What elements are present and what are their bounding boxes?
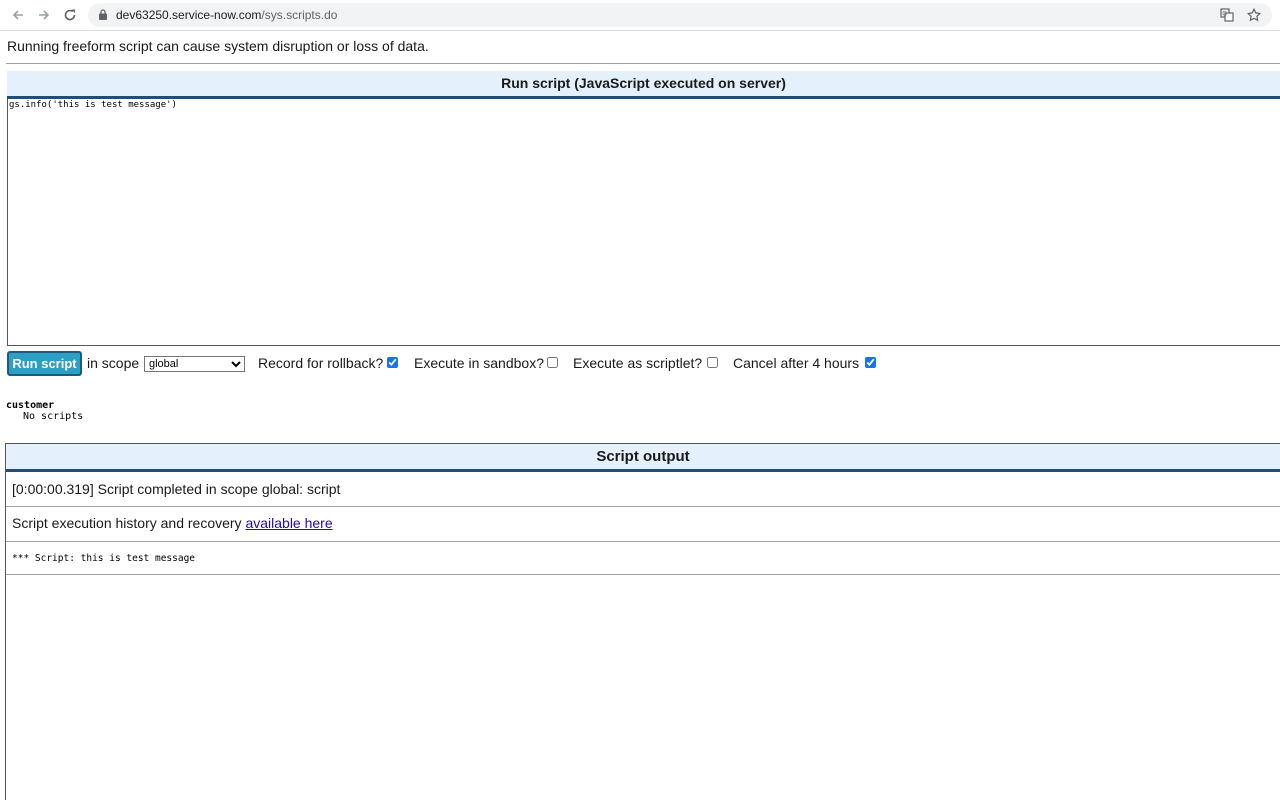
translate-icon: G [1220,8,1234,22]
cancel-after-checkbox[interactable] [865,357,876,368]
record-rollback-checkbox[interactable] [387,357,398,368]
url-text: dev63250.service-now.com/sys.scripts.do [116,8,337,22]
scope-status: No scripts [23,411,84,422]
browser-toolbar: dev63250.service-now.com/sys.scripts.do … [0,0,1280,31]
divider [6,506,1280,507]
execute-scriptlet-label: Execute as scriptlet? [573,355,703,371]
scope-name: customer [6,400,55,411]
forward-button[interactable] [34,5,54,25]
log-output-line: *** Script: this is test message [12,553,196,564]
history-message: Script execution history and recovery av… [12,515,333,531]
translate-button[interactable]: G [1219,7,1235,23]
star-icon [1247,8,1261,22]
divider [6,541,1280,542]
execute-scriptlet-checkbox[interactable] [707,357,718,368]
execute-sandbox-checkbox[interactable] [547,357,558,368]
history-link[interactable]: available here [245,515,332,531]
arrow-left-icon [12,10,23,20]
scope-select[interactable]: global [144,356,245,372]
lock-icon [99,9,107,20]
execute-sandbox-label: Execute in sandbox? [414,355,544,371]
warning-text: Running freeform script can cause system… [7,38,429,54]
url-path: /sys.scripts.do [261,8,338,22]
in-scope-label: in scope [87,355,140,371]
script-editor[interactable]: gs.info('this is test message') [7,99,1280,346]
url-host: dev63250.service-now.com [116,8,262,22]
cancel-after-label: Cancel after 4 hours [733,355,860,371]
svg-text:G: G [1222,11,1227,18]
back-button[interactable] [8,5,28,25]
run-script-header: Run script (JavaScript executed on serve… [7,71,1280,99]
record-rollback-label: Record for rollback? [258,355,384,371]
completion-message: [0:00:00.319] Script completed in scope … [12,481,341,497]
address-bar[interactable]: dev63250.service-now.com/sys.scripts.do … [88,3,1272,27]
script-output-panel: Script output [0:00:00.319] Script compl… [5,443,1280,800]
script-output-header: Script output [6,444,1280,472]
bookmark-button[interactable] [1246,7,1262,23]
run-script-button[interactable]: Run script [7,351,82,376]
reload-button[interactable] [60,5,80,25]
arrow-right-icon [39,10,50,20]
history-prefix: Script execution history and recovery [12,515,246,531]
reload-icon [64,9,76,21]
divider [6,63,1280,64]
scope-script-list: customer No scripts [6,400,83,422]
divider [6,574,1280,575]
